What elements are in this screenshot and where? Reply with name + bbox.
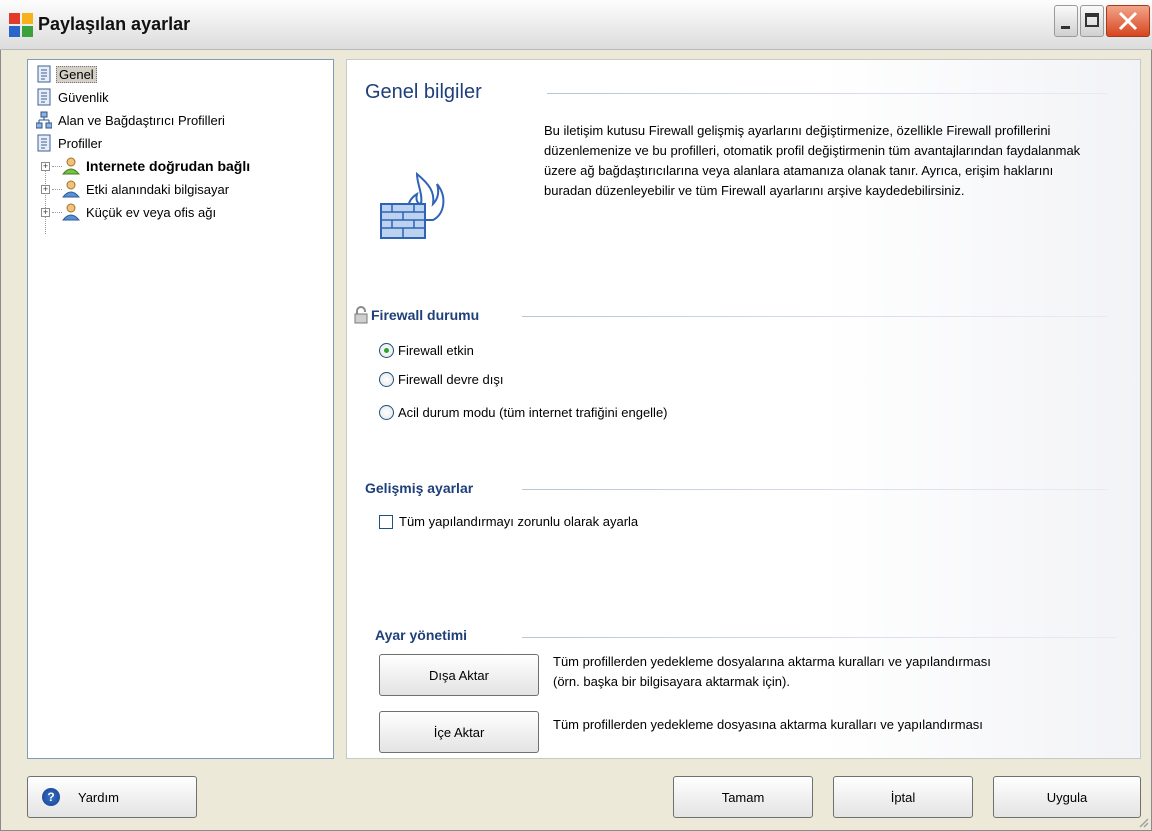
document-icon: [37, 88, 51, 106]
close-button[interactable]: [1106, 5, 1150, 37]
section-divider: [522, 489, 1107, 490]
content-panel: Genel bilgiler Bu iletişim kutusu Firewa…: [346, 59, 1141, 759]
person-icon: [62, 180, 80, 198]
cancel-button[interactable]: İptal: [833, 776, 973, 818]
export-note-line1: Tüm profillerden yedekleme dosyalarına a…: [553, 654, 991, 669]
tree-item-genel[interactable]: Genel: [36, 64, 97, 84]
tree-item-guvenlik[interactable]: Güvenlik: [36, 87, 111, 107]
tree-item-domain-profiles[interactable]: Alan ve Bağdaştırıcı Profilleri: [36, 110, 227, 130]
export-button[interactable]: Dışa Aktar: [379, 654, 539, 696]
advanced-settings-heading: Gelişmiş ayarlar: [365, 480, 474, 496]
export-note-line2: (örn. başka bir bilgisayara aktarmak içi…: [553, 674, 790, 689]
tree-item-label: Güvenlik: [58, 89, 109, 105]
settings-management-heading: Ayar yönetimi: [375, 627, 468, 643]
tree-item-label: Genel: [56, 65, 97, 83]
radio-label: Acil durum modu (tüm internet trafiğini …: [398, 405, 668, 420]
tree-item-label: Internete doğrudan bağlı: [86, 158, 251, 174]
radio-emergency-mode[interactable]: Acil durum modu (tüm internet trafiğini …: [379, 405, 668, 420]
tree-item-label: Etki alanındaki bilgisayar: [86, 181, 230, 197]
radio-label: Firewall devre dışı: [398, 372, 504, 387]
title-divider: [547, 93, 1107, 94]
ok-button[interactable]: Tamam: [673, 776, 813, 818]
network-icon: [36, 111, 52, 129]
document-icon: [37, 134, 51, 152]
document-icon: [37, 65, 51, 83]
force-config-checkbox-row[interactable]: Tüm yapılandırmayı zorunlu olarak ayarla: [379, 514, 638, 529]
section-divider: [522, 316, 1107, 317]
tree-item-label: Alan ve Bağdaştırıcı Profilleri: [58, 112, 225, 128]
tree-item-profile-domain[interactable]: + Etki alanındaki bilgisayar: [41, 179, 231, 199]
apply-button[interactable]: Uygula: [993, 776, 1141, 818]
tree-item-profile-small-office[interactable]: + Küçük ev veya ofis ağı: [41, 202, 218, 222]
tree-item-label: Profiller: [58, 135, 103, 151]
radio-icon[interactable]: [379, 372, 394, 387]
radio-firewall-enabled[interactable]: Firewall etkin: [379, 343, 474, 358]
expand-icon[interactable]: +: [41, 207, 50, 217]
radio-firewall-disabled[interactable]: Firewall devre dışı: [379, 372, 503, 387]
question-icon: ?: [42, 788, 60, 806]
radio-icon[interactable]: [379, 405, 394, 420]
help-button[interactable]: ? Yardım: [27, 776, 197, 818]
checkbox-label: Tüm yapılandırmayı zorunlu olarak ayarla: [399, 514, 639, 529]
expand-icon[interactable]: +: [41, 161, 50, 171]
import-button[interactable]: İçe Aktar: [379, 711, 539, 753]
dialog-body: Genel Güvenlik Alan ve Bağdaştırıcı Prof…: [0, 50, 1152, 831]
firewall-icon: [380, 171, 445, 239]
person-icon: [62, 203, 80, 221]
radio-label: Firewall etkin: [398, 343, 474, 358]
window-title: Paylaşılan ayarlar: [38, 14, 191, 34]
title-bar[interactable]: Paylaşılan ayarlar: [0, 0, 1152, 50]
lock-icon: [354, 306, 368, 324]
radio-selected-icon[interactable]: [379, 343, 394, 358]
settings-tree[interactable]: Genel Güvenlik Alan ve Bağdaştırıcı Prof…: [27, 59, 334, 759]
minimize-button[interactable]: [1054, 5, 1078, 37]
close-icon: [1118, 11, 1138, 31]
resize-grip-icon[interactable]: [1137, 816, 1149, 828]
description-text: Bu iletişim kutusu Firewall gelişmiş aya…: [544, 123, 1081, 198]
person-icon: [62, 157, 80, 175]
import-note: Tüm profillerden yedekleme dosyasına akt…: [553, 717, 983, 732]
tree-item-profiles[interactable]: Profiller: [36, 133, 104, 153]
help-label: Yardım: [78, 789, 119, 805]
section-divider: [522, 637, 1117, 638]
export-note: Tüm profillerden yedekleme dosyalarına a…: [553, 652, 991, 692]
firewall-status-heading: Firewall durumu: [371, 307, 480, 323]
avg-logo-icon: [9, 13, 33, 37]
force-config-checkbox[interactable]: [379, 514, 393, 529]
expand-icon[interactable]: +: [41, 184, 50, 194]
tree-item-label: Küçük ev veya ofis ağı: [86, 204, 217, 220]
minimize-icon: [1061, 26, 1070, 29]
maximize-icon: [1085, 13, 1099, 27]
page-title: Genel bilgiler: [365, 81, 482, 103]
tree-item-profile-direct[interactable]: + Internete doğrudan bağlı: [41, 156, 252, 176]
maximize-button[interactable]: [1080, 5, 1104, 37]
